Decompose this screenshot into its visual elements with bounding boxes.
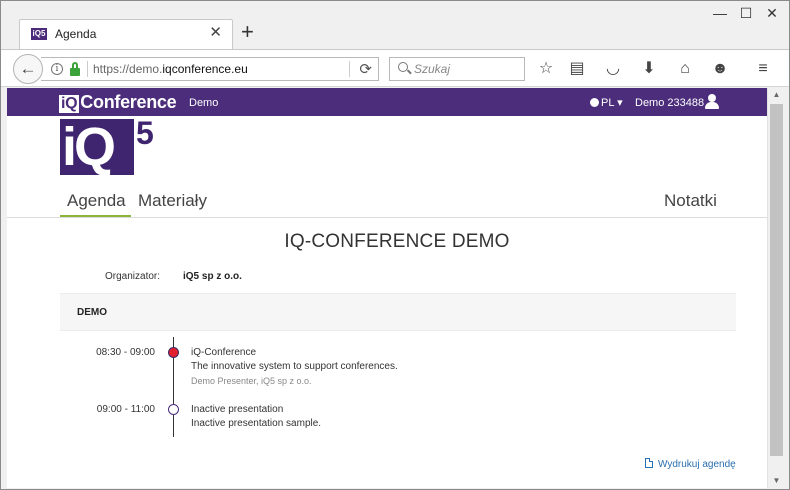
home-icon[interactable]: ⌂ [675, 59, 695, 79]
user-name[interactable]: Demo 233488 [635, 97, 704, 109]
page-scrollbar[interactable]: ▲ ▼ [767, 88, 785, 488]
scroll-up-icon[interactable]: ▲ [768, 88, 785, 102]
browser-titlebar: iQ5 Agenda ✕ + — ☐ ✕ [1, 1, 789, 49]
day-label: DEMO [77, 307, 107, 318]
pocket-icon[interactable]: ◡ [603, 59, 623, 79]
day-header: DEMO [60, 293, 736, 331]
tab-notes[interactable]: Notatki [664, 191, 717, 211]
agenda-item-title[interactable]: iQ-Conference [191, 347, 256, 358]
scroll-down-icon[interactable]: ▼ [768, 474, 785, 488]
star-icon[interactable]: ☆ [536, 59, 556, 79]
smiley-icon[interactable]: ☻ [710, 59, 730, 79]
caret-down-icon: ▾ [614, 97, 623, 109]
print-agenda-link[interactable]: Wydrukuj agendę [645, 458, 736, 470]
scrollbar-thumb[interactable] [770, 104, 783, 456]
agenda-item-description: Inactive presentation sample. [191, 418, 322, 429]
search-placeholder: Szukaj [414, 62, 451, 76]
search-input[interactable]: Szukaj [389, 57, 525, 81]
lock-icon [70, 62, 80, 76]
document-icon [645, 458, 653, 468]
language-dropdown[interactable]: PL ▾ [590, 96, 623, 109]
tab-agenda[interactable]: Agenda [67, 191, 126, 211]
iq5-logo-superscript: 5 [136, 115, 154, 151]
nav-divider [7, 217, 767, 218]
download-icon[interactable]: ⬇ [639, 59, 659, 79]
search-icon [398, 62, 408, 72]
browser-tab-agenda[interactable]: iQ5 Agenda ✕ [19, 19, 233, 49]
user-icon[interactable] [705, 94, 719, 109]
reload-icon[interactable]: ⟳ [359, 60, 372, 78]
brand-demo-label: Demo [189, 97, 219, 109]
tab-materials[interactable]: Materiały [138, 191, 207, 211]
page-viewport: iQ Conference Demo PL ▾ Demo 233488 iQ 5 … [7, 88, 767, 488]
agenda-item-time: 09:00 - 11:00 [96, 404, 155, 415]
minimize-button[interactable]: — [710, 5, 730, 21]
url-text[interactable]: https://demo.iqconference.eu [93, 62, 248, 76]
active-session-dot-icon [168, 347, 179, 358]
globe-icon [590, 98, 599, 107]
browser-window: iQ5 Agenda ✕ + — ☐ ✕ i https://demo.iqco… [0, 0, 790, 490]
organizer-label: Organizator: [105, 271, 161, 282]
address-bar[interactable]: i https://demo.iqconference.eu ⟳ [41, 57, 379, 81]
browser-navbar: i https://demo.iqconference.eu ⟳ ← Szuka… [1, 49, 789, 87]
inactive-session-dot-icon [168, 404, 179, 415]
event-title: IQ-CONFERENCE DEMO [284, 231, 510, 252]
favicon-icon: iQ5 [31, 28, 47, 40]
maximize-button[interactable]: ☐ [736, 5, 756, 22]
new-tab-button[interactable]: + [241, 21, 254, 43]
organizer-value: iQ5 sp z o.o. [183, 271, 242, 282]
agenda-item-title[interactable]: Inactive presentation [191, 404, 283, 415]
brand-logo[interactable]: iQ Conference [59, 92, 177, 113]
close-tab-icon[interactable]: ✕ [209, 25, 222, 41]
close-window-button[interactable]: ✕ [762, 5, 782, 22]
info-icon[interactable]: i [51, 63, 63, 75]
agenda-item-presenter: Demo Presenter, iQ5 sp z o.o. [191, 376, 312, 386]
back-button[interactable]: ← [13, 54, 43, 84]
iq5-logo: iQ [60, 119, 134, 175]
agenda-item-time: 08:30 - 09:00 [96, 347, 155, 358]
reading-list-icon[interactable]: ▤ [567, 59, 587, 79]
menu-icon[interactable]: ≡ [753, 59, 773, 79]
app-header: iQ Conference Demo PL ▾ Demo 233488 [7, 88, 767, 116]
agenda-item-description: The innovative system to support confere… [191, 361, 398, 372]
browser-tab-title: Agenda [55, 27, 97, 41]
